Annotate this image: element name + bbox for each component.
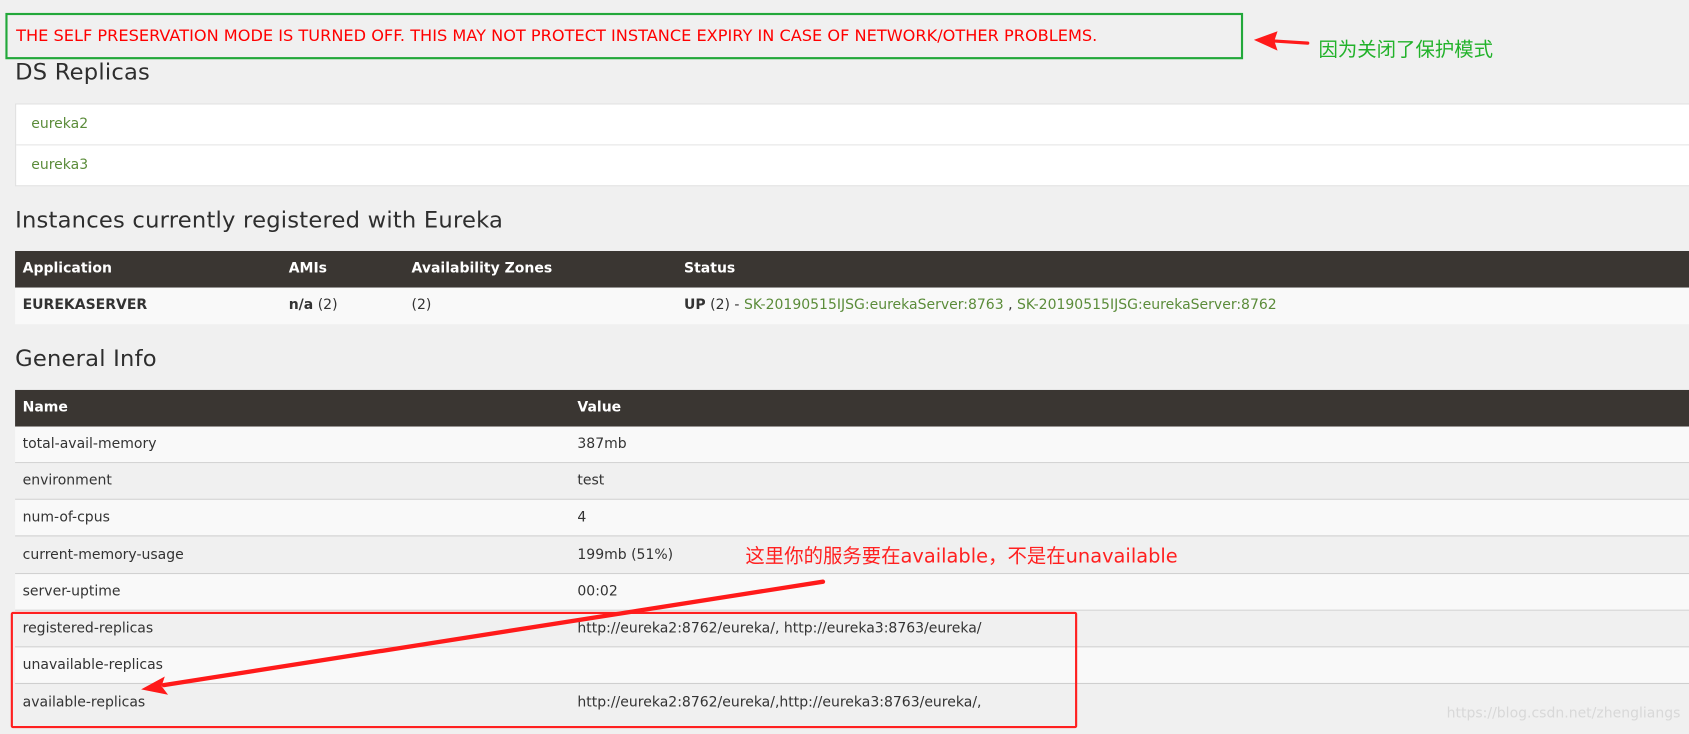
arrow-to-warning-icon (1253, 31, 1310, 51)
annotation-arrows (141, 31, 1310, 695)
eureka-dashboard-screenshot: THE SELF PRESERVATION MODE IS TURNED OFF… (0, 0, 1689, 734)
arrow-to-available-replicas-icon (141, 579, 826, 695)
watermark: https://blog.csdn.net/zhengliangs (1446, 705, 1681, 722)
